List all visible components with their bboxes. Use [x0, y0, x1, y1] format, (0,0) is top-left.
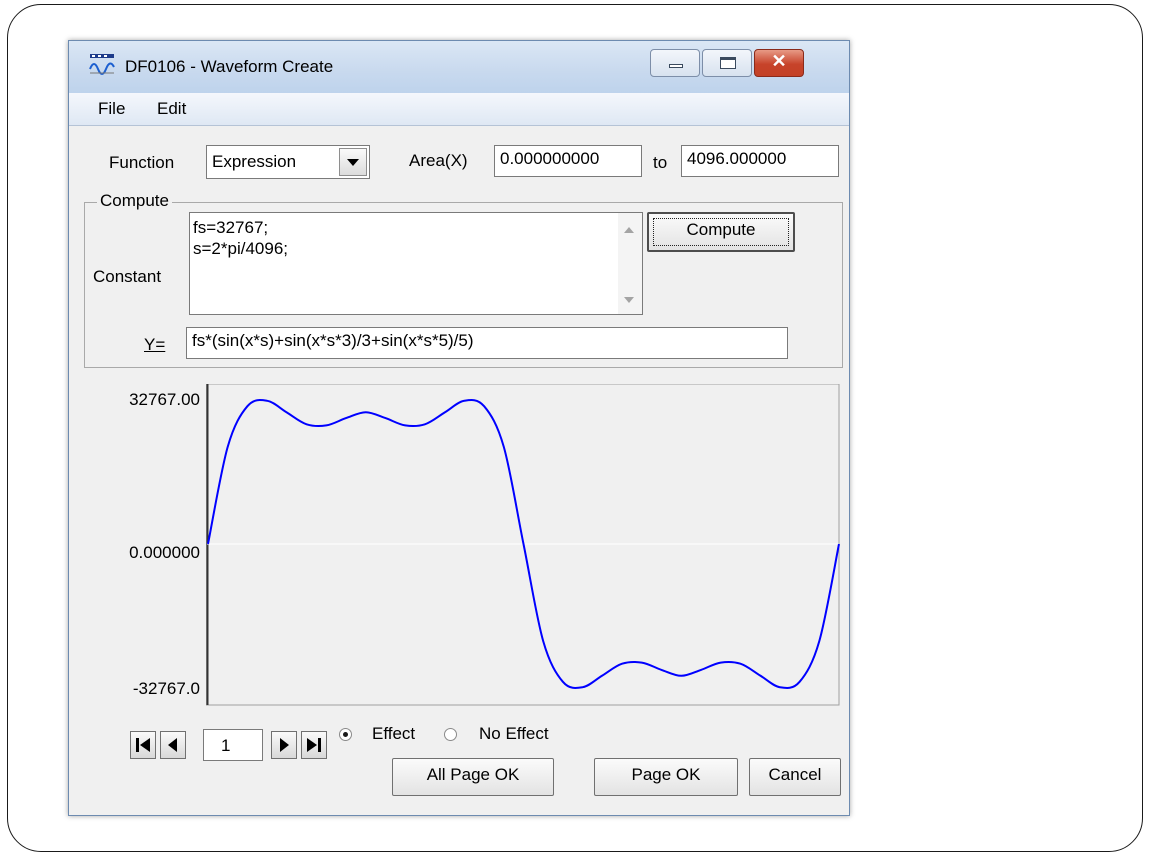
- function-label: Function: [109, 153, 175, 172]
- scroll-up-icon[interactable]: [624, 227, 634, 233]
- y-tick-label: 0.000000: [129, 543, 200, 562]
- cancel-label: Cancel: [768, 765, 822, 784]
- function-select[interactable]: Expression: [206, 145, 370, 179]
- chevron-down-icon[interactable]: [339, 148, 367, 176]
- compute-group-title: Compute: [97, 191, 172, 211]
- compute-button-label: Compute: [686, 220, 756, 239]
- maximize-button[interactable]: [702, 49, 752, 77]
- minimize-icon: [669, 64, 683, 68]
- window-title: DF0106 - Waveform Create: [125, 57, 334, 76]
- page-number-input[interactable]: 1: [203, 729, 263, 761]
- prev-page-icon: [168, 738, 177, 752]
- constant-textarea[interactable]: fs=32767; s=2*pi/4096;: [189, 212, 643, 315]
- y-tick-label: 32767.00: [129, 390, 200, 409]
- page-ok-label: Page OK: [631, 765, 701, 784]
- next-page-icon: [280, 738, 289, 752]
- last-page-button[interactable]: [301, 731, 327, 759]
- constant-scrollbar[interactable]: [618, 213, 642, 314]
- menu-file[interactable]: File: [98, 99, 125, 119]
- maximize-icon: [720, 57, 736, 69]
- page-ok-button[interactable]: Page OK: [594, 758, 738, 796]
- waveform-create-window: DF0106 - Waveform Create ✕ File Edit Fun…: [68, 40, 850, 816]
- area-from-input[interactable]: 0.000000000: [494, 145, 642, 177]
- effect-radio[interactable]: [339, 728, 352, 741]
- first-page-button[interactable]: [130, 731, 156, 759]
- menu-bar: File Edit: [69, 93, 849, 126]
- all-page-ok-button[interactable]: All Page OK: [392, 758, 554, 796]
- y-expression-input[interactable]: fs*(sin(x*s)+sin(x*s*3)/3+sin(x*s*5)/5): [186, 327, 788, 359]
- no-effect-radio[interactable]: [444, 728, 457, 741]
- prev-page-button[interactable]: [160, 731, 186, 759]
- menu-edit[interactable]: Edit: [157, 99, 186, 119]
- waveform-plot-area: 32767.00 0.000000 -32767.0: [84, 374, 843, 706]
- close-button[interactable]: ✕: [754, 49, 804, 77]
- title-bar[interactable]: DF0106 - Waveform Create ✕: [69, 41, 849, 93]
- next-page-button[interactable]: [271, 731, 297, 759]
- constant-label: Constant: [93, 267, 162, 286]
- y-tick-label: -32767.0: [132, 679, 200, 698]
- waveform-app-icon: [89, 54, 115, 75]
- constant-line: fs=32767;: [193, 218, 269, 237]
- no-effect-label[interactable]: No Effect: [479, 724, 549, 744]
- to-label: to: [653, 153, 668, 172]
- constant-line: s=2*pi/4096;: [193, 239, 288, 258]
- scroll-down-icon[interactable]: [624, 297, 634, 303]
- compute-button[interactable]: Compute: [647, 212, 795, 252]
- last-page-icon: [307, 738, 321, 752]
- area-label: Area(X): [409, 151, 468, 170]
- all-page-ok-label: All Page OK: [426, 765, 520, 784]
- first-page-icon: [136, 738, 150, 752]
- y-label: Y=: [144, 335, 166, 354]
- effect-label[interactable]: Effect: [372, 724, 415, 744]
- close-icon: ✕: [771, 51, 787, 71]
- area-to-input[interactable]: 4096.000000: [681, 145, 839, 177]
- cancel-button[interactable]: Cancel: [749, 758, 841, 796]
- minimize-button[interactable]: [650, 49, 700, 77]
- waveform-chart: [206, 384, 840, 706]
- function-select-value: Expression: [212, 152, 297, 171]
